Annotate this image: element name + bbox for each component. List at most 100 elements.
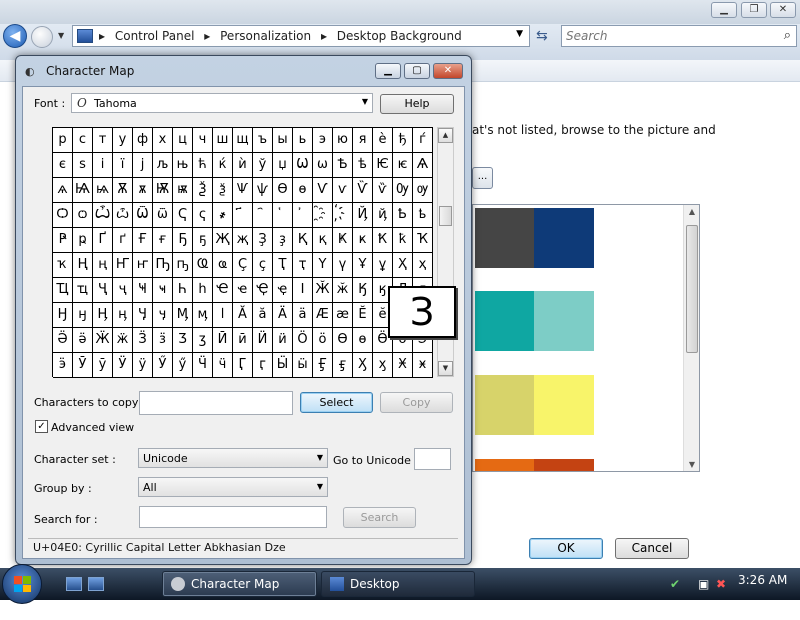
character-cell[interactable]: ѻ — [73, 203, 93, 228]
character-cell[interactable]: ѩ — [93, 178, 113, 203]
character-cell[interactable]: Ӱ — [113, 353, 133, 378]
character-cell[interactable]: я — [353, 128, 373, 153]
character-cell[interactable]: Ѵ — [313, 178, 333, 203]
character-cell[interactable]: ӌ — [153, 303, 173, 328]
character-cell[interactable]: ў — [253, 153, 273, 178]
character-cell[interactable]: Ҟ — [373, 228, 393, 253]
character-cell[interactable]: ҈ — [313, 203, 333, 228]
character-cell[interactable]: ҫ — [253, 253, 273, 278]
character-cell[interactable]: ҿ — [273, 278, 293, 303]
character-cell[interactable]: Ѻ — [53, 203, 73, 228]
scrollbar-thumb[interactable] — [686, 225, 698, 353]
character-cell[interactable]: ӛ — [73, 328, 93, 353]
start-button[interactable] — [2, 564, 42, 604]
character-cell[interactable]: ӭ — [53, 353, 73, 378]
search-icon[interactable]: ⌕ — [784, 28, 791, 43]
character-cell[interactable]: Қ — [293, 228, 313, 253]
character-cell[interactable]: ѵ — [333, 178, 353, 203]
cm-close-button[interactable]: ✕ — [433, 63, 463, 79]
character-cell[interactable]: Ҍ — [393, 203, 413, 228]
character-cell[interactable]: ҅ — [273, 203, 293, 228]
character-cell[interactable]: ч — [193, 128, 213, 153]
character-cell[interactable]: Ӻ — [313, 353, 333, 378]
switch-windows-icon[interactable] — [88, 577, 104, 591]
cancel-button[interactable]: Cancel — [615, 538, 689, 559]
character-cell[interactable]: Ѫ — [113, 178, 133, 203]
search-button[interactable]: Search — [343, 507, 416, 528]
character-cell[interactable]: Ӝ — [93, 328, 113, 353]
character-cell[interactable]: ӷ — [253, 353, 273, 378]
character-cell[interactable]: Ӽ — [353, 353, 373, 378]
character-cell[interactable]: ѣ — [353, 153, 373, 178]
scrollbar-thumb[interactable] — [439, 206, 452, 226]
character-cell[interactable]: ї — [113, 153, 133, 178]
character-cell[interactable]: һ — [193, 278, 213, 303]
character-cell[interactable]: ӯ — [93, 353, 113, 378]
character-cell[interactable]: ӝ — [113, 328, 133, 353]
character-cell[interactable]: ҍ — [413, 203, 433, 228]
character-cell[interactable]: Ѥ — [373, 153, 393, 178]
character-cell[interactable]: ӽ — [373, 353, 393, 378]
character-cell[interactable]: Җ — [213, 228, 233, 253]
character-cell[interactable]: Ґ — [93, 228, 113, 253]
character-cell[interactable]: Ӵ — [193, 353, 213, 378]
character-cell[interactable]: ӈ — [73, 303, 93, 328]
character-cell[interactable]: т — [93, 128, 113, 153]
refresh-icon[interactable]: ⇆ — [536, 28, 548, 44]
character-cell[interactable]: Ұ — [353, 253, 373, 278]
chars-to-copy-input[interactable] — [139, 391, 293, 415]
scroll-down-icon[interactable]: ▼ — [684, 460, 699, 469]
character-cell[interactable]: у — [113, 128, 133, 153]
character-cell[interactable]: ӎ — [193, 303, 213, 328]
character-cell[interactable]: ҟ — [393, 228, 413, 253]
breadcrumb-control-panel[interactable]: Control Panel — [115, 29, 195, 43]
character-cell[interactable]: Ѱ — [233, 178, 253, 203]
character-cell[interactable]: ѽ — [113, 203, 133, 228]
character-cell[interactable]: ѿ — [153, 203, 173, 228]
character-cell[interactable]: ӑ — [253, 303, 273, 328]
character-cell[interactable]: Ҕ — [173, 228, 193, 253]
bg-minimize-button[interactable]: ▁ — [711, 2, 737, 18]
security-icon[interactable]: ✔ — [670, 577, 683, 591]
color-swatch[interactable] — [475, 291, 535, 351]
character-cell[interactable]: ҥ — [133, 253, 153, 278]
character-cell[interactable]: ҹ — [153, 278, 173, 303]
network-icon[interactable]: ▣ — [698, 577, 711, 591]
character-cell[interactable]: Ҽ — [213, 278, 233, 303]
character-cell[interactable]: Ӡ — [173, 328, 193, 353]
color-swatch[interactable] — [475, 208, 535, 268]
character-cell[interactable]: ӂ — [333, 278, 353, 303]
character-cell[interactable]: ѱ — [253, 178, 273, 203]
character-cell[interactable]: Ҁ — [173, 203, 193, 228]
color-swatch[interactable] — [475, 459, 535, 471]
character-cell[interactable]: ң — [93, 253, 113, 278]
character-cell[interactable]: Ҥ — [113, 253, 133, 278]
character-cell[interactable]: ӕ — [333, 303, 353, 328]
character-cell[interactable]: Ӥ — [253, 328, 273, 353]
character-cell[interactable]: ц — [173, 128, 193, 153]
character-cell[interactable]: Ӿ — [393, 353, 413, 378]
character-cell[interactable]: Ѷ — [353, 178, 373, 203]
character-cell[interactable]: Ӯ — [73, 353, 93, 378]
character-cell[interactable]: ѷ — [373, 178, 393, 203]
ok-button[interactable]: OK — [529, 538, 603, 559]
chevron-down-icon[interactable]: ▼ — [362, 97, 368, 106]
color-swatch[interactable] — [475, 375, 535, 435]
taskbar-item-desktop-background[interactable]: Desktop Background — [321, 571, 475, 615]
character-cell[interactable]: Ӎ — [173, 303, 193, 328]
character-cell[interactable]: ұ — [373, 253, 393, 278]
character-cell[interactable]: Ӕ — [313, 303, 333, 328]
character-cell[interactable]: ӿ — [413, 353, 433, 378]
volume-muted-icon[interactable]: ✖ — [716, 577, 729, 591]
character-cell[interactable]: Ҧ — [153, 253, 173, 278]
character-cell[interactable]: Ҭ — [273, 253, 293, 278]
character-cell[interactable]: ҭ — [293, 253, 313, 278]
character-cell[interactable]: ы — [273, 128, 293, 153]
character-cell[interactable]: љ — [153, 153, 173, 178]
select-button[interactable]: Select — [300, 392, 373, 413]
character-cell[interactable]: ӵ — [213, 353, 233, 378]
cm-minimize-button[interactable]: ▁ — [375, 63, 401, 79]
character-cell[interactable]: Ӣ — [213, 328, 233, 353]
advanced-view-checkbox[interactable]: ✓ — [35, 420, 48, 433]
color-swatch[interactable] — [534, 375, 594, 435]
